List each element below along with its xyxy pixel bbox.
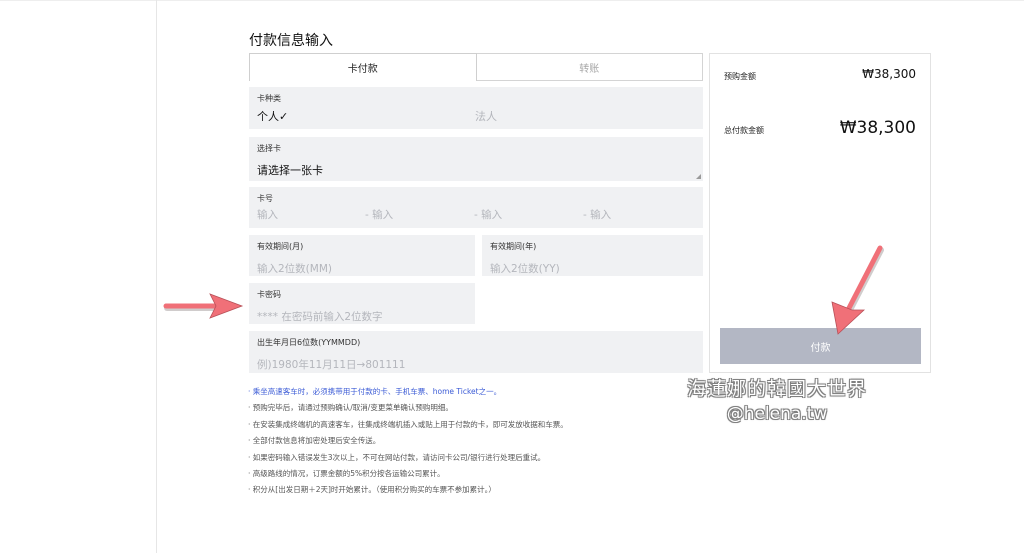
note-item: · 高级路线的情况，订票金额的5%积分按各运输公司累计。 bbox=[248, 468, 445, 478]
expiry-month-field[interactable]: 有效期间(月) 输入2位数(MM) bbox=[249, 235, 475, 276]
note-item: · 积分从[出发日期＋2天]时开始累计。（使用积分购买的车票不参加累计。） bbox=[248, 485, 496, 495]
birthdate-field[interactable]: 出生年月日6位数(YYMMDD) 例)1980年11月11日→801111 bbox=[249, 331, 703, 373]
left-divider bbox=[156, 0, 157, 553]
select-card-value[interactable]: 请选择一张卡 bbox=[257, 164, 323, 177]
page-title: 付款信息输入 bbox=[249, 33, 333, 49]
birthdate-label: 出生年月日6位数(YYMMDD) bbox=[257, 338, 361, 347]
card-password-field[interactable]: 卡密码 **** 在密码前输入2位数字 bbox=[249, 283, 475, 324]
card-number-input-4[interactable]: - 输入 bbox=[583, 207, 611, 222]
total-amount-value: ₩38,300 bbox=[839, 118, 916, 138]
birthdate-input[interactable]: 例)1980年11月11日→801111 bbox=[257, 359, 405, 371]
card-password-label: 卡密码 bbox=[257, 290, 281, 299]
note-item: · 如果密码输入错误发生3次以上，不可在网站付款，请访问卡公司/银行进行处理后重… bbox=[248, 452, 546, 462]
top-divider bbox=[0, 0, 1024, 1]
note-item: · 全部付款信息将加密处理后安全传送。 bbox=[248, 436, 381, 446]
card-number-field: 卡号 输入 - 输入 - 输入 - 输入 bbox=[249, 187, 703, 228]
card-type-corporate-option[interactable]: 法人 bbox=[475, 108, 497, 124]
expiry-month-label: 有效期间(月) bbox=[257, 242, 304, 251]
total-amount-label: 总付款金额 bbox=[724, 126, 764, 135]
payment-summary-panel: 预购金额 ₩38,300 总付款金额 ₩38,300 付款 bbox=[709, 53, 931, 373]
watermark: 海蓮娜的韓國大世界 @helena.tw bbox=[672, 374, 882, 424]
expiry-month-input[interactable]: 输入2位数(MM) bbox=[257, 263, 332, 275]
watermark-title: 海蓮娜的韓國大世界 bbox=[686, 378, 867, 400]
payment-method-tabs: 卡付款 转账 bbox=[249, 53, 703, 81]
tab-card-payment[interactable]: 卡付款 bbox=[249, 53, 477, 81]
card-type-personal-option[interactable]: 个人✓ bbox=[257, 108, 288, 124]
card-number-input-3[interactable]: - 输入 bbox=[474, 207, 502, 222]
expiry-year-field[interactable]: 有效期间(年) 输入2位数(YY) bbox=[482, 235, 703, 276]
watermark-handle: @helena.tw bbox=[726, 404, 828, 424]
select-card-field[interactable]: 选择卡 请选择一张卡 bbox=[249, 137, 703, 181]
tab-bank-transfer[interactable]: 转账 bbox=[476, 53, 703, 81]
card-type-label: 卡种类 bbox=[257, 94, 281, 103]
card-number-input-1[interactable]: 输入 bbox=[257, 207, 278, 222]
card-password-input[interactable]: **** 在密码前输入2位数字 bbox=[257, 311, 383, 323]
expiry-year-input[interactable]: 输入2位数(YY) bbox=[490, 263, 560, 275]
card-type-field: 卡种类 个人✓ 法人 bbox=[249, 87, 703, 129]
resize-handle-icon[interactable] bbox=[696, 174, 701, 179]
card-number-input-2[interactable]: - 输入 bbox=[365, 207, 393, 222]
prepurchase-amount-value: ₩38,300 bbox=[862, 67, 916, 81]
prepurchase-amount-label: 预购金额 bbox=[724, 72, 756, 81]
annotation-arrow-down-icon bbox=[831, 245, 884, 335]
annotation-arrow-left-icon bbox=[163, 293, 244, 319]
expiry-year-label: 有效期间(年) bbox=[490, 242, 537, 251]
select-card-label: 选择卡 bbox=[257, 144, 281, 153]
card-number-label: 卡号 bbox=[257, 194, 273, 203]
